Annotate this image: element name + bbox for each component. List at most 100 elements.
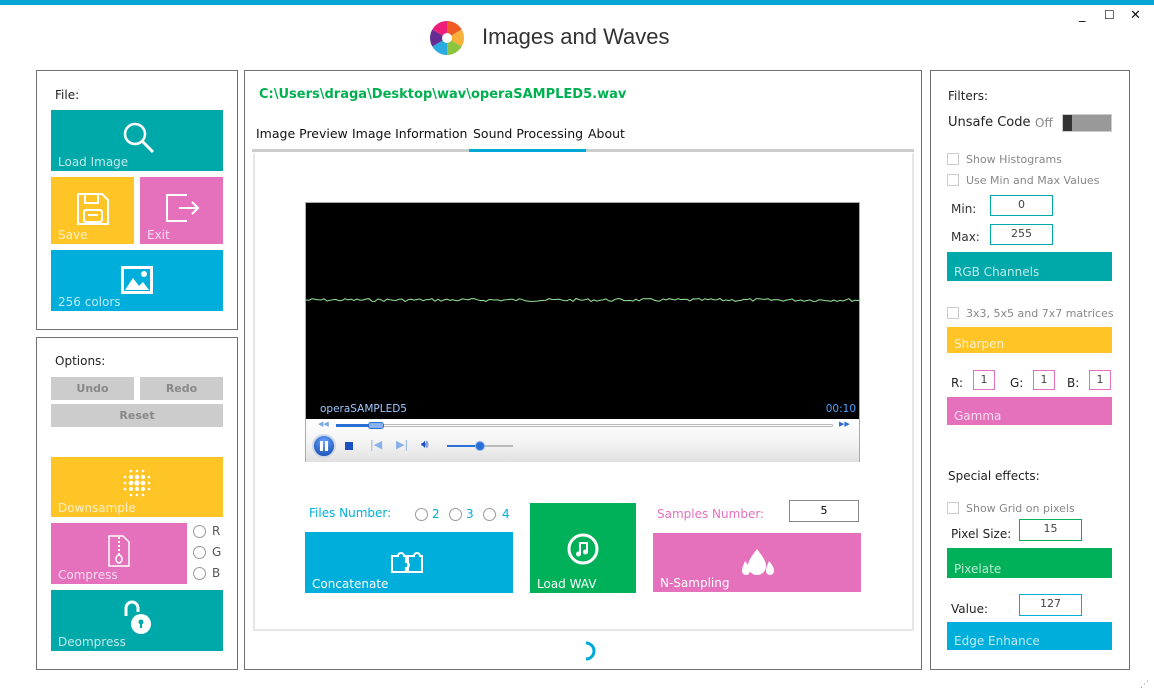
rewind-icon[interactable]: ◀◀ — [318, 420, 329, 428]
max-label: Max: — [951, 230, 980, 244]
files-2-label: 2 — [432, 507, 440, 521]
gamma-button[interactable]: Gamma — [947, 397, 1112, 425]
files-number-label: Files Number: — [309, 506, 392, 520]
app-title: Images and Waves — [482, 24, 670, 49]
channel-r-label: R — [212, 524, 221, 538]
reset-button[interactable]: Reset — [51, 404, 223, 427]
track-name: operaSAMPLED5 — [320, 403, 407, 415]
channel-g-radio[interactable] — [193, 546, 206, 559]
samples-number-input[interactable]: 5 — [789, 500, 859, 522]
use-min-max-label: Use Min and Max Values — [966, 174, 1100, 187]
loading-spinner-icon — [585, 641, 596, 661]
compress-button[interactable]: Compress — [51, 523, 187, 584]
resize-grip[interactable]: ⋰ — [1140, 680, 1149, 690]
unsafe-code-toggle[interactable] — [1062, 114, 1112, 132]
pixelate-label: Pixelate — [954, 562, 1002, 576]
music-note-icon — [567, 533, 599, 565]
unsafe-code-state: Off — [1035, 116, 1053, 130]
volume-thumb[interactable] — [475, 441, 485, 451]
matrices-checkbox[interactable] — [947, 307, 959, 319]
gamma-b-label: B: — [1067, 376, 1080, 390]
n-sampling-label: N-Sampling — [660, 576, 730, 590]
exit-icon — [166, 194, 200, 222]
seek-thumb[interactable] — [367, 422, 384, 429]
gamma-b-input[interactable]: 1 — [1089, 370, 1111, 390]
waveform-line — [306, 297, 861, 303]
pause-button[interactable] — [312, 434, 336, 458]
search-icon — [123, 122, 155, 154]
load-image-label: Load Image — [58, 155, 129, 169]
seek-bar[interactable] — [336, 424, 833, 427]
maximize-button[interactable]: ☐ — [1104, 8, 1115, 22]
pause-icon — [320, 441, 328, 451]
decompress-button[interactable]: Deompress — [51, 590, 223, 651]
title-accent-bar — [0, 0, 1154, 5]
matrices-label: 3x3, 5x5 and 7x7 matrices — [966, 307, 1114, 320]
compress-label: Compress — [58, 568, 118, 582]
pixel-size-label: Pixel Size: — [951, 527, 1012, 541]
fast-forward-icon[interactable]: ▶▶ — [839, 420, 850, 428]
max-input[interactable]: 255 — [990, 224, 1053, 245]
value-label: Value: — [951, 602, 988, 616]
active-tab-indicator — [469, 149, 586, 152]
channel-r-radio[interactable] — [193, 525, 206, 538]
load-image-button[interactable]: Load Image — [51, 110, 223, 171]
tab-sound-processing[interactable]: Sound Processing — [473, 126, 583, 141]
track-time: 00:10 — [825, 403, 856, 415]
minimize-button[interactable]: _ — [1079, 8, 1086, 23]
tab-image-preview[interactable]: Image Preview — [256, 126, 348, 141]
waveform — [306, 297, 861, 303]
256-colors-button[interactable]: 256 colors — [51, 250, 223, 311]
files-2-radio[interactable] — [415, 508, 428, 521]
n-sampling-button[interactable]: N-Sampling — [653, 533, 861, 592]
sharpen-label: Sharpen — [954, 337, 1005, 351]
min-input[interactable]: 0 — [990, 195, 1053, 216]
show-histograms-label: Show Histograms — [966, 153, 1062, 166]
value-input[interactable]: 127 — [1019, 594, 1082, 616]
rgb-channels-label: RGB Channels — [954, 265, 1040, 279]
sharpen-button[interactable]: Sharpen — [947, 327, 1112, 353]
next-button[interactable]: ▶| — [396, 438, 408, 451]
use-min-max-checkbox[interactable] — [947, 174, 959, 186]
pixelate-button[interactable]: Pixelate — [947, 548, 1112, 578]
files-4-radio[interactable] — [483, 508, 496, 521]
rgb-channels-button[interactable]: RGB Channels — [947, 252, 1112, 281]
close-button[interactable]: ✕ — [1130, 8, 1141, 23]
file-label: File: — [55, 88, 80, 102]
downsample-button[interactable]: Downsample — [51, 457, 223, 517]
unlock-icon — [124, 600, 151, 634]
save-label: Save — [58, 228, 88, 242]
tab-about[interactable]: About — [588, 126, 625, 141]
decompress-label: Deompress — [58, 635, 126, 649]
gamma-label: Gamma — [954, 409, 1002, 423]
previous-button[interactable]: |◀ — [370, 438, 382, 451]
volume-icon[interactable]: 🔊︎ — [421, 437, 429, 452]
save-button[interactable]: Save — [51, 177, 134, 244]
edge-enhance-button[interactable]: Edge Enhance — [947, 622, 1112, 650]
concatenate-label: Concatenate — [312, 577, 389, 591]
water-drops-icon — [742, 549, 774, 575]
gamma-g-input[interactable]: 1 — [1033, 370, 1055, 390]
channel-b-radio[interactable] — [193, 567, 206, 580]
player-controls: ◀◀ ▶▶ |◀ ▶| 🔊︎ — [306, 419, 859, 462]
show-histograms-checkbox[interactable] — [947, 153, 959, 165]
redo-button[interactable]: Redo — [140, 377, 223, 400]
edge-enhance-label: Edge Enhance — [954, 634, 1040, 648]
stop-button[interactable] — [345, 442, 353, 450]
min-label: Min: — [951, 202, 977, 216]
gamma-g-label: G: — [1010, 376, 1024, 390]
load-wav-button[interactable]: Load WAV — [530, 503, 636, 593]
show-grid-checkbox[interactable] — [947, 502, 959, 514]
concatenate-button[interactable]: Concatenate — [305, 532, 513, 593]
256-colors-label: 256 colors — [58, 295, 121, 309]
app-logo-icon — [430, 21, 464, 55]
files-3-radio[interactable] — [449, 508, 462, 521]
gamma-r-input[interactable]: 1 — [973, 370, 995, 390]
exit-button[interactable]: Exit — [140, 177, 223, 244]
undo-button[interactable]: Undo — [51, 377, 134, 400]
unsafe-code-label: Unsafe Code — [948, 115, 1031, 130]
pixel-size-input[interactable]: 15 — [1019, 519, 1082, 541]
tab-image-information[interactable]: Image Information — [352, 126, 467, 141]
zip-file-icon — [108, 535, 130, 567]
show-grid-label: Show Grid on pixels — [966, 502, 1075, 515]
